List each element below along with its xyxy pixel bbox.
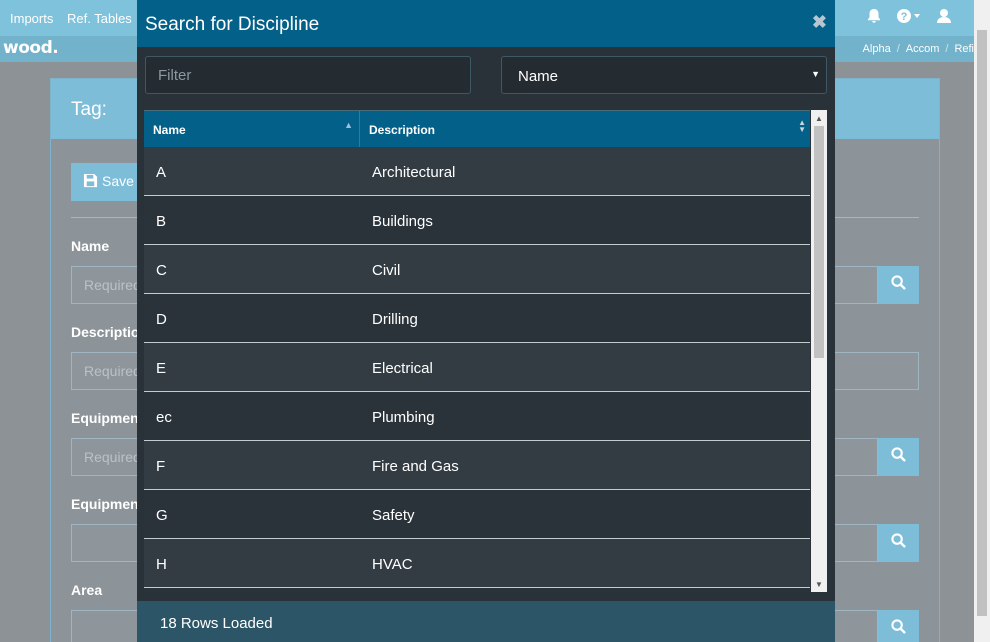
table-row[interactable]: G Safety (144, 490, 810, 539)
scroll-down-icon[interactable]: ▼ (815, 580, 823, 589)
svg-text:?: ? (901, 11, 908, 23)
nav-imports[interactable]: Imports (10, 11, 53, 26)
table-row[interactable]: E Electrical (144, 343, 810, 392)
breadcrumb-alpha[interactable]: Alpha (863, 43, 891, 55)
scroll-up-icon[interactable]: ▲ (815, 114, 823, 123)
modal-footer: 18 Rows Loaded (137, 601, 835, 642)
panel-title: Tag: (71, 99, 107, 120)
table-row[interactable]: F Fire and Gas (144, 441, 810, 490)
grid-scrollbar-thumb[interactable] (814, 126, 824, 358)
modal-title: Search for Discipline (145, 14, 320, 35)
field-label-area: Area (71, 582, 103, 598)
modal-header: Search for Discipline ✖ (137, 0, 835, 47)
field-label-equipment: Equipment (71, 410, 144, 426)
table-row[interactable]: C Civil (144, 245, 810, 294)
page-scrollbar[interactable] (974, 0, 990, 642)
table-row[interactable]: D Drilling (144, 294, 810, 343)
cell-name: C (156, 262, 167, 279)
save-label: Save (102, 173, 134, 189)
search-icon (891, 275, 906, 295)
cell-description: Buildings (372, 213, 433, 230)
search-icon (891, 447, 906, 467)
cell-name: F (156, 458, 166, 475)
help-icon[interactable]: ? (896, 8, 922, 29)
cell-name: A (156, 164, 167, 181)
cell-description: Civil (372, 262, 401, 279)
column-header-name[interactable]: Name ▲ (144, 111, 360, 148)
search-icon (891, 619, 906, 639)
search-icon (891, 533, 906, 553)
column-header-name-label: Name (153, 123, 186, 137)
search-discipline-modal: Search for Discipline ✖ Name ▼ Name ▲ De… (137, 0, 835, 642)
equipment-2-search-button[interactable] (878, 524, 919, 562)
grid-body: A Architectural B Buildings C Civil D Drilli… (144, 147, 810, 592)
sort-ascending-icon: ▲ (344, 120, 353, 130)
table-row[interactable]: H HVAC (144, 539, 810, 588)
cell-name: E (156, 360, 167, 377)
equipment-search-button[interactable] (878, 438, 919, 476)
cell-description: Architectural (372, 164, 456, 181)
discipline-grid: Name ▲ Description ▲ ▼ A Architectural B Bu… (144, 110, 810, 592)
close-icon[interactable]: ✖ (812, 12, 827, 33)
sort-field-select[interactable]: Name ▼ (501, 56, 827, 94)
chevron-down-icon: ▼ (811, 69, 820, 79)
area-search-button[interactable] (878, 610, 919, 642)
cell-description: Safety (372, 507, 415, 524)
cell-name: B (156, 213, 167, 230)
breadcrumb: Alpha / Accom / Refi (862, 43, 974, 55)
cell-description: Drilling (372, 311, 418, 328)
cell-name: ec (156, 409, 172, 426)
bell-icon[interactable] (866, 8, 882, 29)
breadcrumb-accom[interactable]: Accom (906, 43, 940, 55)
rows-loaded-status: 18 Rows Loaded (160, 615, 273, 632)
field-label-equipment-2: Equipment (71, 496, 144, 512)
cell-description: Plumbing (372, 409, 435, 426)
grid-scrollbar[interactable]: ▲ ▼ (811, 110, 827, 592)
cell-description: HVAC (372, 556, 413, 573)
cell-description: Fire and Gas (372, 458, 459, 475)
grid-header: Name ▲ Description ▲ ▼ (144, 110, 810, 148)
save-icon (83, 173, 98, 191)
page-scrollbar-thumb[interactable] (977, 30, 987, 616)
cell-name: H (156, 556, 167, 573)
user-icon[interactable] (936, 8, 952, 29)
table-row[interactable]: B Buildings (144, 196, 810, 245)
cell-description: Electrical (372, 360, 433, 377)
wood-logo[interactable]: wood. (3, 38, 59, 58)
sort-field-value: Name (518, 68, 559, 85)
cell-name: D (156, 311, 167, 328)
filter-input[interactable] (145, 56, 471, 94)
table-row[interactable]: A Architectural (144, 147, 810, 196)
column-header-description[interactable]: Description ▲ ▼ (361, 111, 810, 148)
table-row[interactable]: ec Plumbing (144, 392, 810, 441)
column-header-description-label: Description (369, 123, 436, 137)
field-label-name: Name (71, 238, 110, 254)
breadcrumb-refi[interactable]: Refi (954, 43, 974, 55)
cell-name: G (156, 507, 168, 524)
table-row[interactable] (144, 588, 810, 592)
sort-icon: ▲ ▼ (798, 118, 806, 134)
name-search-button[interactable] (878, 266, 919, 304)
nav-ref-tables[interactable]: Ref. Tables (67, 11, 132, 26)
